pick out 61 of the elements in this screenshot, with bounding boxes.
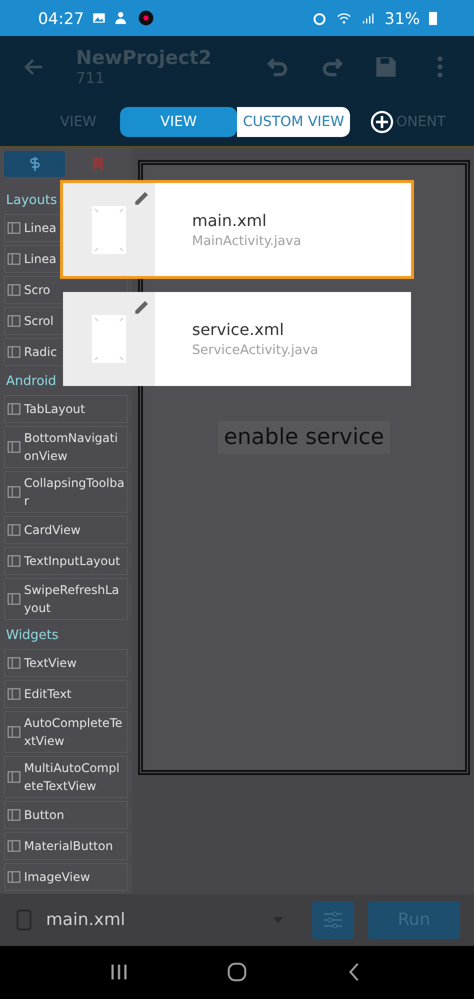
palette-item[interactable]: ImageView — [4, 863, 128, 892]
battery-percent: 31% — [384, 8, 420, 28]
edit-icon[interactable] — [133, 298, 151, 316]
palette-item[interactable]: CardView — [4, 516, 128, 544]
widget-icon — [7, 839, 21, 854]
widget-icon — [7, 554, 21, 568]
view-toggle-option[interactable]: VIEW — [120, 107, 237, 138]
widget-icon — [7, 402, 21, 416]
section-title: Layouts — [5, 192, 58, 210]
palette-item[interactable]: Button — [4, 801, 128, 830]
widget-icon — [7, 656, 21, 670]
activity-name: MainActivity.java — [192, 234, 302, 248]
layout-file-dropdown[interactable]: main.xml — [46, 910, 258, 930]
page-thumbnail-icon — [92, 315, 126, 363]
layout-menu[interactable]: main.xml MainActivity.java — [60, 180, 414, 279]
layout-menu[interactable]: service.xml ServiceActivity.java — [63, 292, 411, 386]
alarm-icon — [312, 10, 328, 26]
home-icon — [226, 961, 248, 984]
palette-item[interactable]: MaterialButton — [4, 832, 128, 860]
palette-item[interactable]: CollapsingToolbar — [4, 471, 128, 514]
palette-item[interactable]: MultiAutoCompleteTextView — [4, 756, 128, 798]
edit-icon[interactable] — [133, 189, 151, 207]
image-icon — [92, 11, 106, 26]
widget-icon — [7, 283, 21, 298]
layout-file-name: main.xml — [192, 210, 268, 230]
widget-icon — [7, 770, 21, 784]
palette-item[interactable]: EditText — [4, 680, 128, 708]
widget-icon — [7, 440, 21, 454]
widget-icon — [7, 221, 21, 236]
palette-item[interactable]: TabLayout — [4, 395, 128, 424]
widget-icon — [7, 485, 21, 500]
activity-name: ServiceActivity.java — [192, 343, 318, 358]
widget-icon — [7, 252, 21, 266]
add-icon — [370, 110, 394, 134]
widget-icon — [7, 592, 21, 606]
battery-icon — [428, 10, 438, 26]
palette-item[interactable]: TextInputLayout — [4, 547, 128, 576]
layout-file-name: service.xml — [192, 320, 285, 339]
widget-icon — [7, 523, 21, 538]
page-thumbnail-icon — [92, 206, 126, 254]
status-time: 04:27 — [38, 8, 84, 28]
widget-icon — [7, 314, 21, 328]
palette-tab[interactable] — [4, 151, 65, 178]
palette-item[interactable]: TextView — [4, 649, 128, 678]
palette-item[interactable]: SwipeRefreshLayout — [4, 578, 128, 620]
settings-button[interactable] — [312, 901, 354, 940]
widget-icon — [7, 687, 21, 702]
section-title: Android — [5, 373, 58, 392]
wifi-icon — [335, 10, 354, 26]
section-title: Widgets — [5, 627, 60, 646]
dollar-icon — [28, 156, 40, 172]
bookmark-icon — [92, 157, 102, 172]
palette-item[interactable]: AutoCompleteTextView — [4, 711, 128, 754]
widget-icon — [7, 870, 21, 884]
widget-icon — [7, 808, 21, 822]
view-toggle-option[interactable]: CUSTOM VIEW — [236, 107, 350, 138]
app-icon — [138, 10, 154, 26]
widget-icon — [7, 725, 21, 740]
signal-icon — [361, 10, 376, 26]
widget-icon — [7, 345, 21, 360]
palette-item[interactable]: BottomNavigationView — [4, 426, 128, 468]
